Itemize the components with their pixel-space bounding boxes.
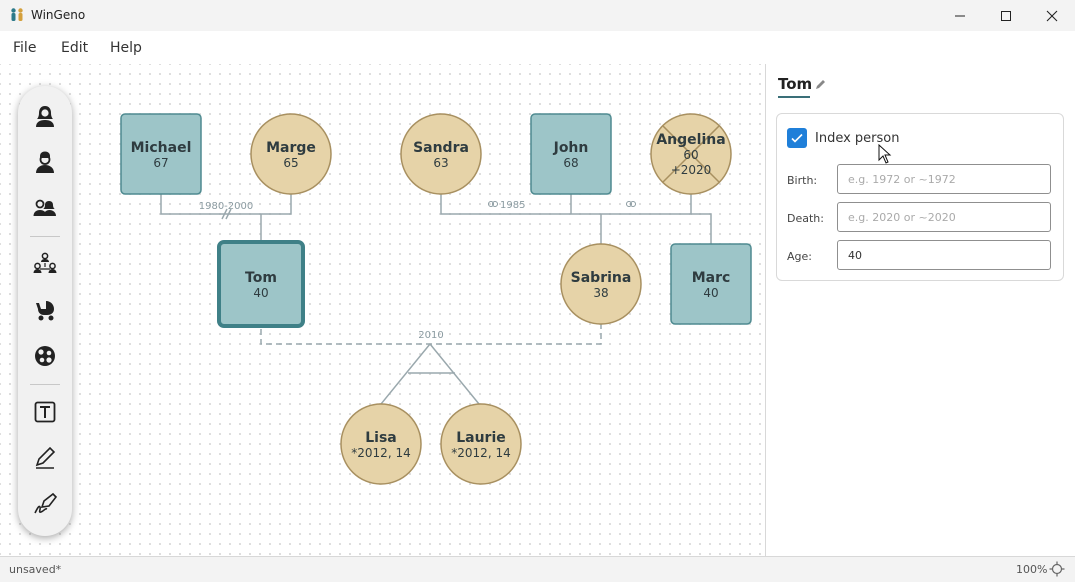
person-name: Sabrina [571,270,632,286]
app-title: WinGeno [31,8,86,22]
index-person-checkbox[interactable] [787,128,807,148]
person-details-card: Index person Birth: Death: Age: [776,113,1064,281]
minimize-button[interactable] [937,0,983,31]
person-name: Marge [266,140,316,156]
title-underline [778,96,810,98]
person-name: Marc [692,270,731,286]
add-male-tool[interactable] [31,148,59,176]
maximize-icon [1001,10,1011,21]
app-logo-icon [11,8,23,21]
edit-name-icon[interactable] [814,78,827,91]
text-tool-icon [34,401,56,423]
ring-icon [626,201,636,207]
union-label-michael-marge: 1980-2000 [199,201,254,212]
close-button[interactable] [1029,0,1075,31]
status-bar: unsaved* 100% [0,556,1075,582]
person-marge[interactable]: Marge 65 [250,113,332,195]
signature-tool-icon [34,492,58,514]
menu-bar: File Edit Help [0,31,1075,65]
maximize-button[interactable] [983,0,1029,31]
person-michael[interactable]: Michael 67 [120,113,202,195]
person-age: 68 [563,156,578,170]
person-age: 40 [703,286,718,300]
death-label: Death: [787,212,824,225]
tool-palette [18,86,72,536]
add-child-tool[interactable] [31,296,59,324]
person-sandra[interactable]: Sandra 63 [400,113,482,195]
zoom-level: 100% [1016,563,1048,576]
menu-help[interactable]: Help [110,40,142,56]
person-marc[interactable]: Marc 40 [670,243,752,325]
menu-edit[interactable]: Edit [61,40,88,56]
person-birth-age: *2012, 14 [451,446,510,460]
title-bar: WinGeno [0,0,1075,31]
person-name: Lisa [365,430,397,446]
pedigree-tree: 1980-2000 1985 2010 Michael 67 Marge 65 … [120,113,752,485]
toolbar-divider [30,384,60,385]
pedigree-canvas[interactable]: 1980-2000 1985 2010 Michael 67 Marge 65 … [0,64,766,556]
toolbar-divider [30,236,60,237]
pen-tool[interactable] [31,444,59,472]
add-child-icon [36,301,54,321]
properties-panel: Tom Index person Birth: Death: Age: [766,64,1075,556]
person-age: 40 [253,286,268,300]
person-age: 63 [433,156,448,170]
person-laurie[interactable]: Laurie *2012, 14 [440,403,522,485]
person-tom[interactable]: Tom 40 [217,240,305,328]
add-family-icon [33,252,57,273]
death-input[interactable] [837,202,1051,232]
add-female-icon [36,106,54,127]
pen-tool-icon [35,446,56,469]
close-icon [1046,10,1058,21]
add-family-tool[interactable] [31,250,59,278]
union-label-sandra-john: 1985 [500,200,525,211]
person-sabrina[interactable]: Sabrina 38 [560,243,642,325]
selected-person-name: Tom [778,75,813,93]
ring-icon [488,201,498,207]
save-status: unsaved* [9,563,62,576]
minimize-icon [955,15,965,16]
union-label-tom-sabrina: 2010 [418,330,443,341]
signature-tool[interactable] [31,490,59,518]
add-female-tool[interactable] [31,102,59,130]
person-name: Laurie [456,430,506,446]
person-name: Sandra [413,140,469,156]
fit-to-screen-icon[interactable] [1049,561,1065,577]
person-name: Michael [131,140,192,156]
add-couple-icon [33,199,56,216]
person-john[interactable]: John 68 [530,113,612,195]
birth-input[interactable] [837,164,1051,194]
age-label: Age: [787,250,812,263]
person-age: 60 [683,148,698,162]
mouse-cursor-icon [878,144,892,164]
add-group-tool[interactable] [31,342,59,370]
person-death-year: +2020 [671,163,712,177]
person-age: 38 [593,286,608,300]
person-age: 67 [153,156,168,170]
person-birth-age: *2012, 14 [351,446,410,460]
checkmark-icon [791,133,803,143]
text-tool[interactable] [31,398,59,426]
person-lisa[interactable]: Lisa *2012, 14 [340,403,422,485]
age-input[interactable] [837,240,1051,270]
person-name: Tom [245,270,277,286]
person-age: 65 [283,156,298,170]
add-male-icon [36,151,54,173]
menu-file[interactable]: File [13,40,36,56]
add-couple-tool[interactable] [31,194,59,222]
person-name: Angelina [656,132,725,148]
add-group-icon [35,346,55,366]
person-angelina[interactable]: Angelina 60 +2020 [650,113,732,195]
birth-label: Birth: [787,174,818,187]
person-name: John [553,140,589,156]
